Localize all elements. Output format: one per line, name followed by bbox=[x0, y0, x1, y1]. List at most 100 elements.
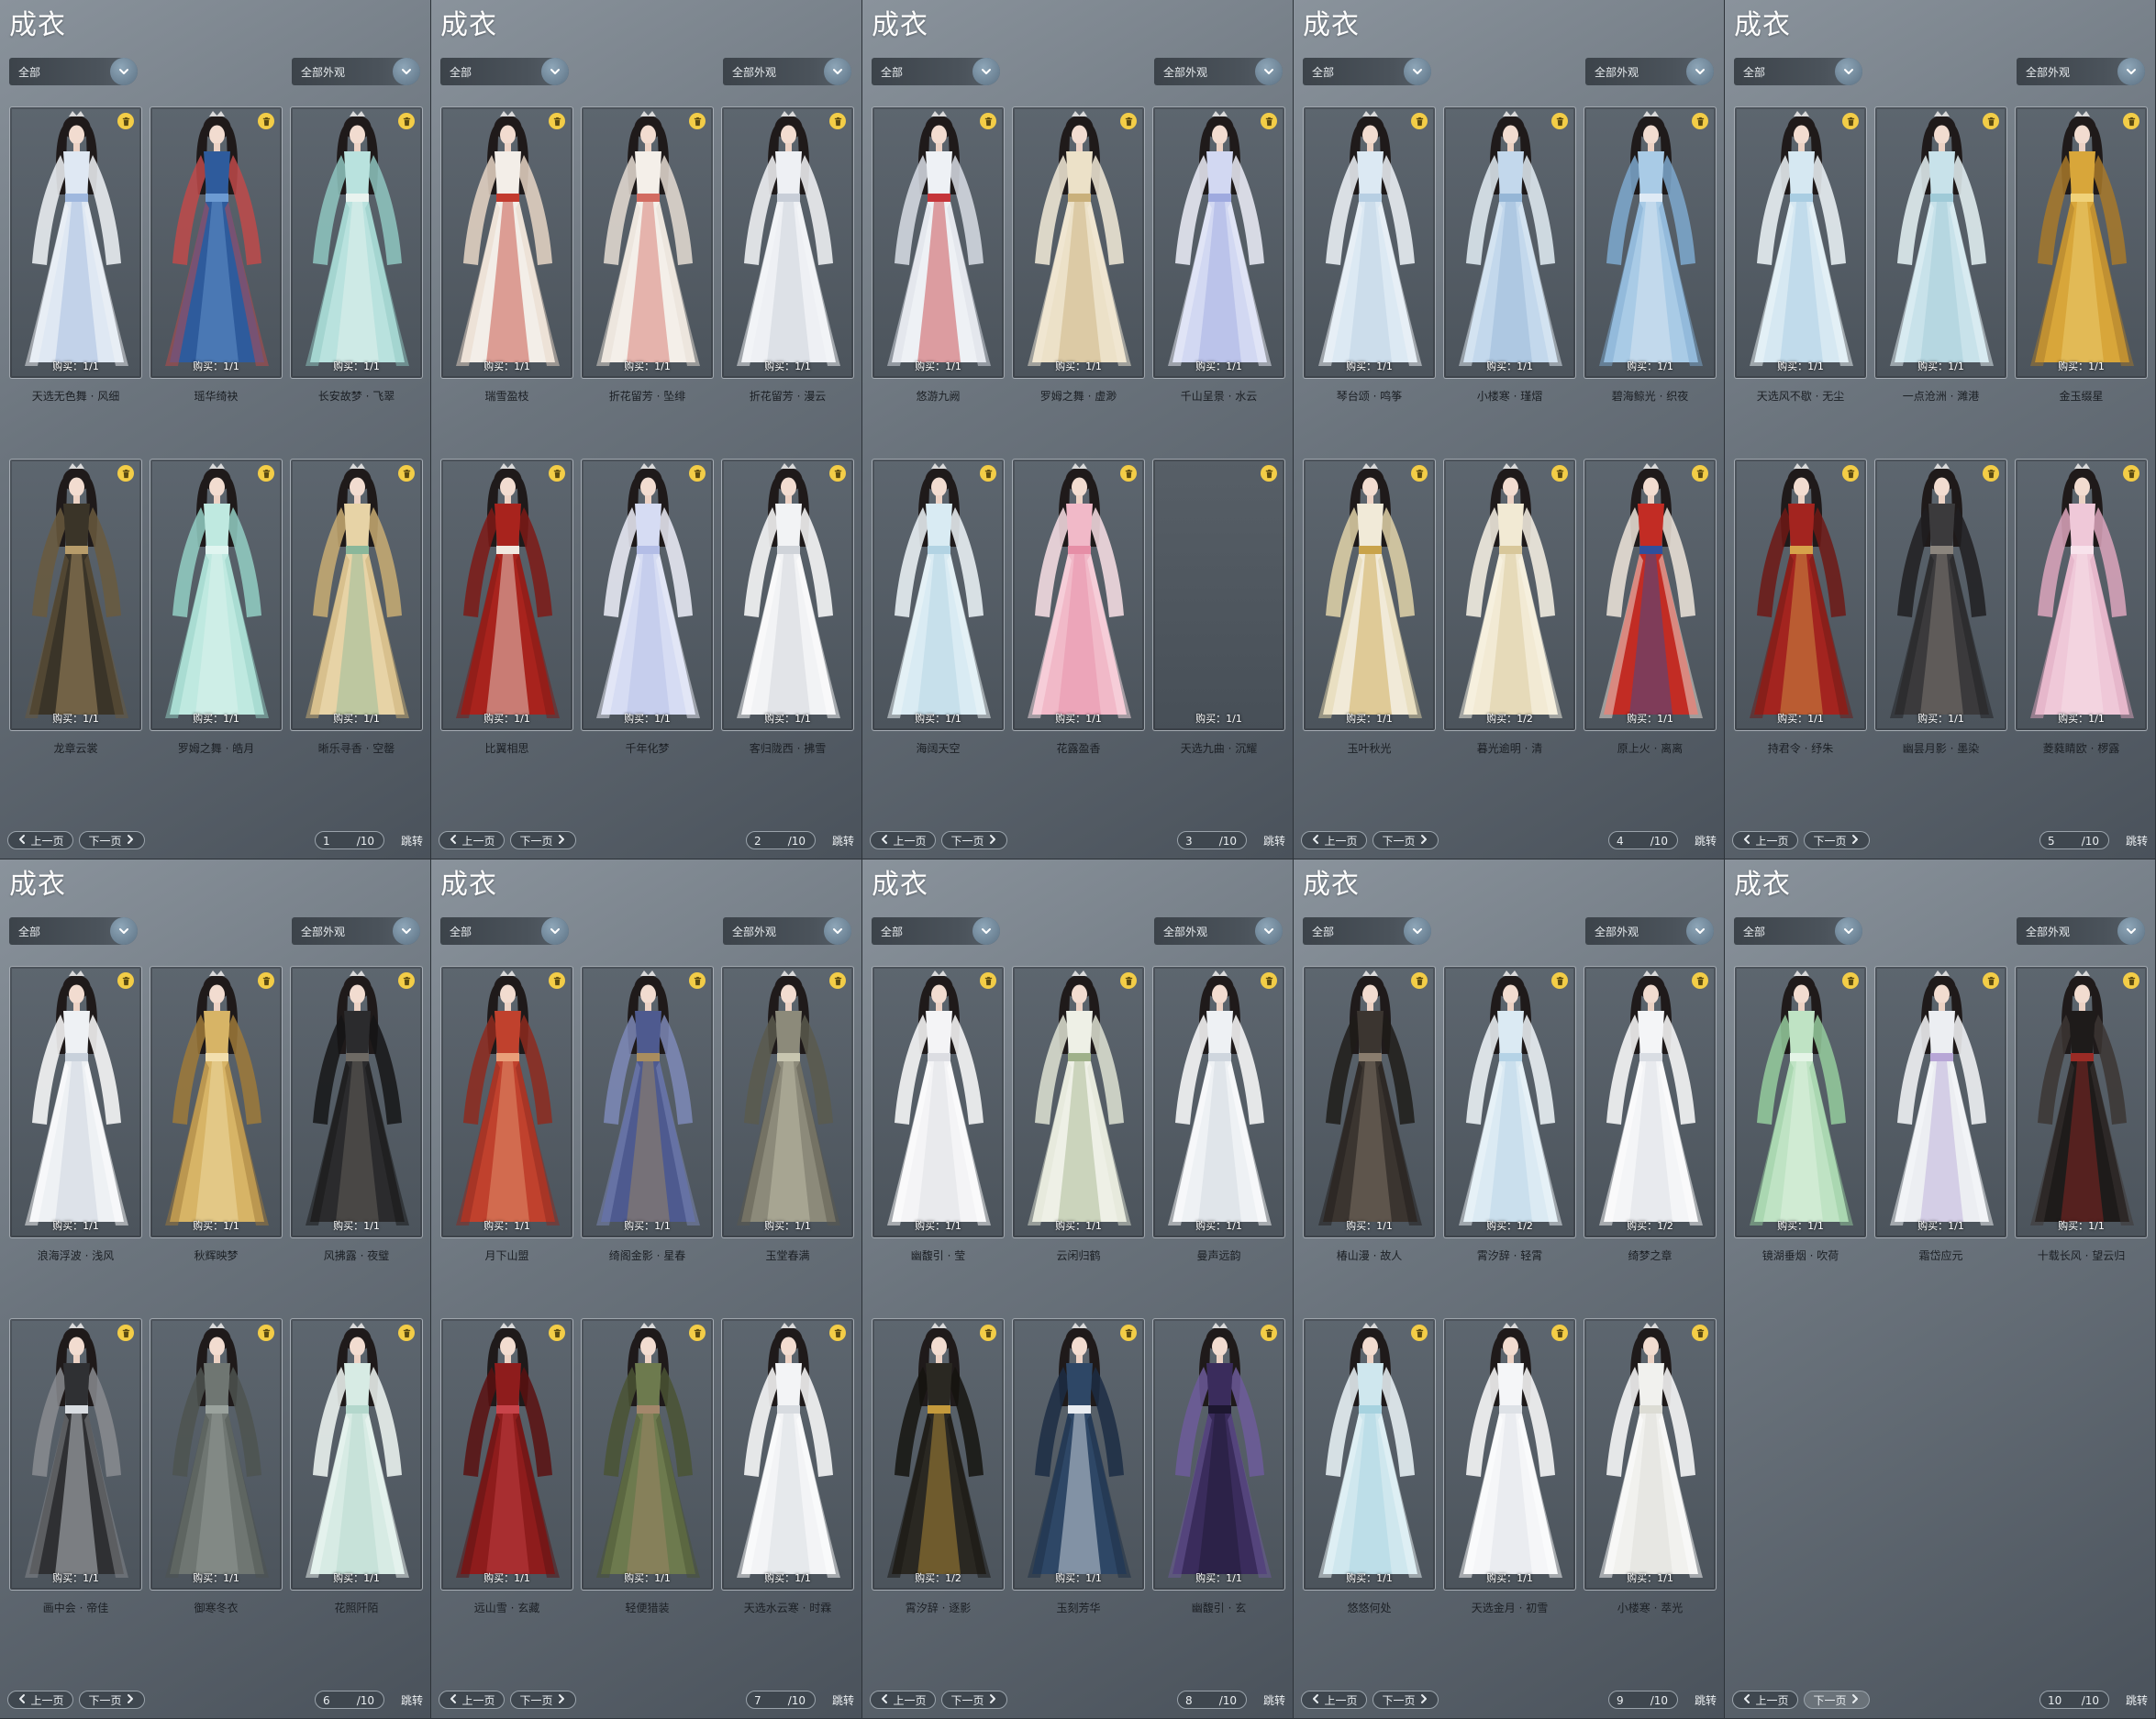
outfit-card[interactable]: 购买：1/1 天选风不歇 · 无尘 bbox=[1734, 106, 1867, 403]
outfit-card[interactable]: 购买：1/1 天选金月 · 初雪 bbox=[1443, 1318, 1576, 1614]
trash-icon[interactable] bbox=[1551, 972, 1568, 989]
trash-icon[interactable] bbox=[1551, 1325, 1568, 1341]
outfit-card[interactable]: 购买：1/1 罗姆之舞 · 虚渺 bbox=[1012, 106, 1145, 403]
trash-icon[interactable] bbox=[1842, 465, 1859, 482]
page-number-input[interactable]: 6 bbox=[323, 1694, 350, 1707]
next-page-button[interactable]: 下一页 bbox=[510, 1691, 576, 1709]
appearance-filter-dropdown[interactable]: 全部外观 bbox=[1154, 917, 1283, 945]
outfit-card[interactable]: 购买：1/1 轻便猎装 bbox=[581, 1318, 714, 1614]
outfit-card[interactable]: 购买：1/1 晰乐寻香 · 空罄 bbox=[290, 459, 423, 755]
next-page-button[interactable]: 下一页 bbox=[941, 831, 1007, 849]
trash-icon[interactable] bbox=[258, 465, 274, 482]
outfit-card[interactable]: 购买：1/1 云闲归鹤 bbox=[1012, 966, 1145, 1262]
category-filter-dropdown[interactable]: 全部 bbox=[1734, 917, 1862, 945]
outfit-card[interactable]: 购买：1/1 折花留芳 · 漫云 bbox=[721, 106, 854, 403]
next-page-button[interactable]: 下一页 bbox=[1373, 1691, 1439, 1709]
category-filter-dropdown[interactable]: 全部 bbox=[1303, 58, 1431, 85]
outfit-card[interactable]: 购买：1/1 客归陇西 · 拂雪 bbox=[721, 459, 854, 755]
trash-icon[interactable] bbox=[1983, 465, 1999, 482]
next-page-button[interactable]: 下一页 bbox=[941, 1691, 1007, 1709]
page-number-input[interactable]: 5 bbox=[2048, 835, 2075, 848]
outfit-card[interactable]: 购买：1/1 霜岱应元 bbox=[1874, 966, 2007, 1262]
appearance-filter-dropdown[interactable]: 全部外观 bbox=[723, 917, 851, 945]
outfit-card[interactable]: 购买：1/1 小楼寒 · 瑾熠 bbox=[1443, 106, 1576, 403]
trash-icon[interactable] bbox=[1120, 465, 1137, 482]
outfit-card[interactable]: 购买：1/1 瑶华绮袂 bbox=[150, 106, 283, 403]
trash-icon[interactable] bbox=[1261, 1325, 1277, 1341]
trash-icon[interactable] bbox=[1261, 113, 1277, 129]
outfit-card[interactable]: 购买：1/1 天选无色舞 · 风细 bbox=[9, 106, 142, 403]
chevron-down-icon[interactable] bbox=[824, 58, 851, 85]
chevron-down-icon[interactable] bbox=[824, 917, 851, 945]
outfit-card[interactable]: 购买：1/1 瑞雪盈枝 bbox=[440, 106, 573, 403]
category-filter-dropdown[interactable]: 全部 bbox=[440, 58, 569, 85]
trash-icon[interactable] bbox=[689, 465, 706, 482]
chevron-down-icon[interactable] bbox=[393, 917, 420, 945]
outfit-card[interactable]: 购买：1/1 幽馥引 · 莹 bbox=[872, 966, 1005, 1262]
trash-icon[interactable] bbox=[1120, 1325, 1137, 1341]
outfit-card[interactable]: 购买：1/1 千山呈景 · 水云 bbox=[1152, 106, 1285, 403]
page-number-input[interactable]: 9 bbox=[1617, 1694, 1644, 1707]
page-number-input[interactable]: 4 bbox=[1617, 835, 1644, 848]
jump-button[interactable]: 跳转 bbox=[1695, 1692, 1717, 1708]
trash-icon[interactable] bbox=[2123, 113, 2139, 129]
outfit-card[interactable]: 购买：1/1 秋辉映梦 bbox=[150, 966, 283, 1262]
outfit-card[interactable]: 购买：1/1 天选九曲 · 沉耀 bbox=[1152, 459, 1285, 755]
trash-icon[interactable] bbox=[980, 465, 996, 482]
chevron-down-icon[interactable] bbox=[1255, 917, 1283, 945]
category-filter-dropdown[interactable]: 全部 bbox=[440, 917, 569, 945]
trash-icon[interactable] bbox=[1551, 465, 1568, 482]
appearance-filter-dropdown[interactable]: 全部外观 bbox=[292, 58, 420, 85]
outfit-card[interactable]: 购买：1/2 暮光逾明 · 清 bbox=[1443, 459, 1576, 755]
outfit-card[interactable]: 购买：1/1 花照阡陌 bbox=[290, 1318, 423, 1614]
trash-icon[interactable] bbox=[1983, 113, 1999, 129]
appearance-filter-dropdown[interactable]: 全部外观 bbox=[1154, 58, 1283, 85]
category-filter-dropdown[interactable]: 全部 bbox=[9, 58, 138, 85]
trash-icon[interactable] bbox=[258, 113, 274, 129]
trash-icon[interactable] bbox=[117, 1325, 134, 1341]
trash-icon[interactable] bbox=[117, 113, 134, 129]
outfit-card[interactable]: 购买：1/1 月下山盟 bbox=[440, 966, 573, 1262]
trash-icon[interactable] bbox=[2123, 465, 2139, 482]
category-filter-dropdown[interactable]: 全部 bbox=[1734, 58, 1862, 85]
appearance-filter-dropdown[interactable]: 全部外观 bbox=[292, 917, 420, 945]
prev-page-button[interactable]: 上一页 bbox=[870, 831, 936, 849]
outfit-card[interactable]: 购买：1/1 幽馥引 · 玄 bbox=[1152, 1318, 1285, 1614]
outfit-card[interactable]: 购买：1/1 远山雪 · 玄藏 bbox=[440, 1318, 573, 1614]
outfit-card[interactable]: 购买：1/1 花露盈香 bbox=[1012, 459, 1145, 755]
jump-button[interactable]: 跳转 bbox=[1695, 833, 1717, 848]
trash-icon[interactable] bbox=[1411, 972, 1428, 989]
prev-page-button[interactable]: 上一页 bbox=[1732, 1691, 1798, 1709]
trash-icon[interactable] bbox=[398, 972, 415, 989]
trash-icon[interactable] bbox=[117, 465, 134, 482]
trash-icon[interactable] bbox=[1261, 972, 1277, 989]
trash-icon[interactable] bbox=[829, 113, 846, 129]
prev-page-button[interactable]: 上一页 bbox=[1732, 831, 1798, 849]
outfit-card[interactable]: 购买：1/1 罗姆之舞 · 皓月 bbox=[150, 459, 283, 755]
chevron-down-icon[interactable] bbox=[541, 917, 569, 945]
chevron-down-icon[interactable] bbox=[393, 58, 420, 85]
outfit-card[interactable]: 购买：1/1 御寒冬衣 bbox=[150, 1318, 283, 1614]
trash-icon[interactable] bbox=[980, 113, 996, 129]
outfit-card[interactable]: 购买：1/1 比翼相思 bbox=[440, 459, 573, 755]
outfit-card[interactable]: 购买：1/1 菱蕤睛欧 · 椤露 bbox=[2015, 459, 2148, 755]
trash-icon[interactable] bbox=[1120, 113, 1137, 129]
outfit-card[interactable]: 购买：1/1 龙章云裳 bbox=[9, 459, 142, 755]
chevron-down-icon[interactable] bbox=[972, 58, 1000, 85]
outfit-card[interactable]: 购买：1/1 风拂露 · 夜璧 bbox=[290, 966, 423, 1262]
outfit-card[interactable]: 购买：1/1 玉刻芳华 bbox=[1012, 1318, 1145, 1614]
outfit-card[interactable]: 购买：1/1 金玉缀星 bbox=[2015, 106, 2148, 403]
trash-icon[interactable] bbox=[398, 113, 415, 129]
trash-icon[interactable] bbox=[258, 1325, 274, 1341]
outfit-card[interactable]: 购买：1/1 折花留芳 · 坠绯 bbox=[581, 106, 714, 403]
page-number-input[interactable]: 7 bbox=[754, 1694, 782, 1707]
jump-button[interactable]: 跳转 bbox=[2126, 833, 2148, 848]
chevron-down-icon[interactable] bbox=[541, 58, 569, 85]
appearance-filter-dropdown[interactable]: 全部外观 bbox=[2017, 917, 2145, 945]
chevron-down-icon[interactable] bbox=[110, 58, 138, 85]
outfit-card[interactable]: 购买：1/1 天选水云寒 · 时霖 bbox=[721, 1318, 854, 1614]
outfit-card[interactable]: 购买：1/1 镜湖垂烟 · 吹荷 bbox=[1734, 966, 1867, 1262]
outfit-card[interactable]: 购买：1/1 悠游九阙 bbox=[872, 106, 1005, 403]
jump-button[interactable]: 跳转 bbox=[2126, 1692, 2148, 1708]
chevron-down-icon[interactable] bbox=[1255, 58, 1283, 85]
